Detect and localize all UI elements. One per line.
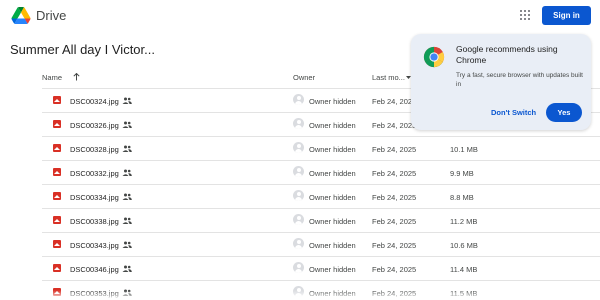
scroll-fade [0, 290, 600, 300]
owner-text: Owner hidden [309, 193, 356, 202]
modified-date: Feb 24, 2025 [372, 193, 417, 202]
google-drive-logo-icon[interactable] [11, 7, 31, 24]
owner-text: Owner hidden [309, 121, 356, 130]
chrome-promo-dialog: Google recommends using Chrome Try a fas… [411, 34, 591, 130]
modified-date: Feb 24, 2025 [372, 169, 417, 178]
file-size: 9.9 MB [450, 169, 474, 178]
file-name[interactable]: DSC00343.jpg [70, 241, 119, 250]
shared-people-icon [122, 145, 132, 152]
dont-switch-button[interactable]: Don't Switch [491, 108, 536, 117]
file-name[interactable]: DSC00328.jpg [70, 145, 119, 154]
yes-button[interactable]: Yes [546, 103, 582, 122]
app-name: Drive [36, 8, 67, 23]
promo-description: Try a fast, secure browser with updates … [456, 72, 583, 88]
image-file-icon [53, 168, 61, 176]
file-name[interactable]: DSC00326.jpg [70, 121, 119, 130]
person-avatar-icon [293, 166, 304, 177]
drive-page: Drive Sign in Summer All day I Victor...… [0, 0, 600, 300]
image-file-icon [53, 144, 61, 152]
file-name[interactable]: DSC00334.jpg [70, 193, 119, 202]
table-row[interactable]: DSC00343.jpg Owner hidden Feb 24, 2025 10.6… [42, 232, 600, 256]
table-row[interactable]: DSC00334.jpg Owner hidden Feb 24, 2025 8.8 … [42, 184, 600, 208]
image-file-icon [53, 192, 61, 200]
owner-text: Owner hidden [309, 241, 356, 250]
image-file-icon [53, 240, 61, 248]
owner-text: Owner hidden [309, 97, 356, 106]
person-avatar-icon [293, 238, 304, 249]
file-size: 8.8 MB [450, 193, 474, 202]
person-avatar-icon [293, 118, 304, 129]
shared-people-icon [122, 193, 132, 200]
image-file-icon [53, 120, 61, 128]
modified-date: Feb 24, 2025 [372, 241, 417, 250]
owner-text: Owner hidden [309, 145, 356, 154]
file-name[interactable]: DSC00324.jpg [70, 97, 119, 106]
person-avatar-icon [293, 214, 304, 225]
column-header-name[interactable]: Name [42, 73, 62, 82]
chrome-logo-icon [423, 46, 445, 68]
table-row[interactable]: DSC00346.jpg Owner hidden Feb 24, 2025 11.4… [42, 256, 600, 280]
shared-people-icon [122, 169, 132, 176]
image-file-icon [53, 264, 61, 272]
folder-title[interactable]: Summer All day I Victor... [10, 42, 155, 57]
file-size: 11.2 MB [450, 217, 478, 226]
file-size: 10.6 MB [450, 241, 478, 250]
modified-date: Feb 24, 2025 [372, 121, 417, 130]
file-name[interactable]: DSC00346.jpg [70, 265, 119, 274]
apps-grid-icon[interactable] [520, 10, 530, 20]
column-header-owner[interactable]: Owner [293, 73, 315, 82]
arrow-up-icon[interactable] [73, 73, 80, 81]
modified-date: Feb 24, 2025 [372, 97, 417, 106]
file-name[interactable]: DSC00338.jpg [70, 217, 119, 226]
table-row[interactable]: DSC00338.jpg Owner hidden Feb 24, 2025 11.2… [42, 208, 600, 232]
person-avatar-icon [293, 94, 304, 105]
owner-text: Owner hidden [309, 217, 356, 226]
modified-date: Feb 24, 2025 [372, 265, 417, 274]
top-bar: Drive Sign in [0, 0, 600, 32]
file-size: 10.1 MB [450, 145, 478, 154]
modified-date: Feb 24, 2025 [372, 217, 417, 226]
person-avatar-icon [293, 142, 304, 153]
table-row[interactable]: DSC00332.jpg Owner hidden Feb 24, 2025 9.9 … [42, 160, 600, 184]
person-avatar-icon [293, 262, 304, 273]
shared-people-icon [122, 121, 132, 128]
column-header-modified[interactable]: Last mo... [372, 73, 405, 82]
file-name[interactable]: DSC00332.jpg [70, 169, 119, 178]
image-file-icon [53, 96, 61, 104]
sign-in-button[interactable]: Sign in [542, 6, 591, 25]
shared-people-icon [122, 241, 132, 248]
owner-text: Owner hidden [309, 265, 356, 274]
table-row[interactable]: DSC00328.jpg Owner hidden Feb 24, 2025 10.1… [42, 136, 600, 160]
shared-people-icon [122, 265, 132, 272]
shared-people-icon [122, 217, 132, 224]
promo-title: Google recommends using Chrome [456, 44, 558, 65]
owner-text: Owner hidden [309, 169, 356, 178]
image-file-icon [53, 216, 61, 224]
shared-people-icon [122, 97, 132, 104]
modified-date: Feb 24, 2025 [372, 145, 417, 154]
file-size: 11.4 MB [450, 265, 478, 274]
person-avatar-icon [293, 190, 304, 201]
